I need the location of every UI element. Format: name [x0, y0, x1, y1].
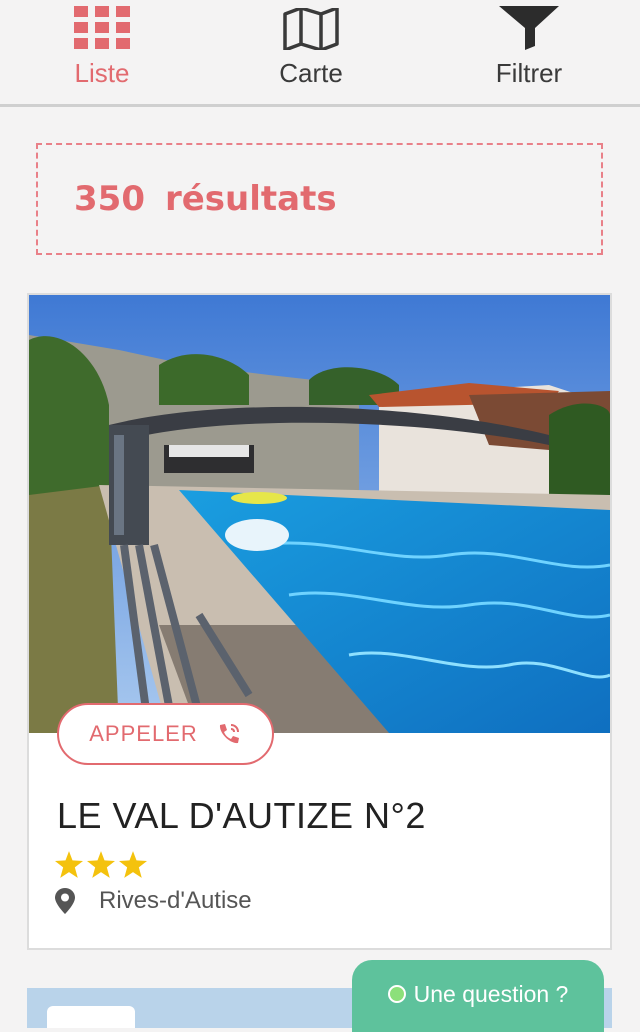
- tab-liste-label: Liste: [74, 58, 130, 88]
- results-label: résultats: [164, 179, 337, 219]
- grid-icon: [74, 0, 130, 50]
- location-text: Rives-d'Autise: [99, 887, 252, 914]
- star-icon: [87, 851, 115, 878]
- call-button[interactable]: APPELER: [57, 703, 274, 765]
- listing-title[interactable]: LE VAL D'AUTIZE N°2: [57, 795, 426, 837]
- listing-card[interactable]: APPELER LE VAL D'AUTIZE N°2 Rives-d'Auti…: [27, 293, 612, 950]
- star-rating: [55, 851, 147, 878]
- filter-icon: [499, 0, 559, 50]
- map-pin-icon: [55, 888, 75, 914]
- map-icon: [283, 0, 339, 50]
- top-tab-bar: Liste Carte Filtrer: [0, 0, 640, 107]
- star-icon: [119, 851, 147, 878]
- call-button-label: APPELER: [89, 721, 198, 746]
- tab-liste[interactable]: Liste: [52, 0, 152, 100]
- next-card-badge: [47, 1006, 135, 1028]
- question-chat-button[interactable]: Une question ?: [352, 960, 604, 1032]
- tab-carte[interactable]: Carte: [255, 0, 367, 100]
- star-icon: [55, 851, 83, 878]
- listing-photo[interactable]: [29, 295, 610, 733]
- question-chat-label: Une question ?: [413, 980, 569, 1007]
- online-status-icon: [387, 985, 406, 1003]
- tab-filtrer[interactable]: Filtrer: [470, 0, 588, 100]
- results-count: 350: [74, 179, 145, 219]
- results-count-box: 350 résultats: [36, 143, 603, 255]
- tab-filtrer-label: Filtrer: [495, 58, 563, 88]
- phone-icon: [216, 721, 242, 747]
- tab-carte-label: Carte: [279, 58, 343, 88]
- listing-location: Rives-d'Autise: [55, 887, 252, 915]
